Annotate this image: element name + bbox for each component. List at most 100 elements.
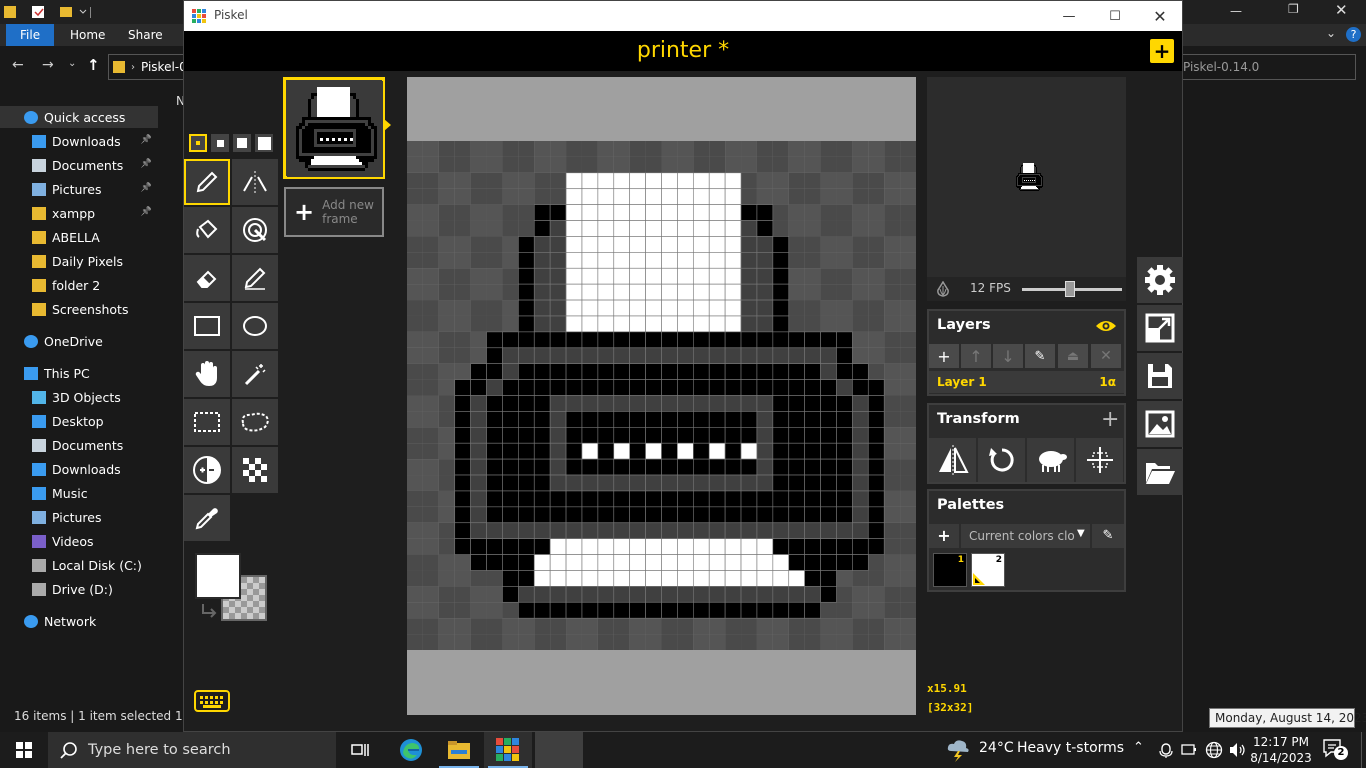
rotate-icon[interactable] [978, 438, 1025, 482]
nav-item-screenshots[interactable]: Screenshots [0, 298, 158, 320]
system-clock[interactable]: 12:17 PM 8/14/2023 [1250, 734, 1312, 766]
magic-wand-icon[interactable] [232, 351, 278, 397]
piskel-close-icon[interactable]: ✕ [1137, 1, 1183, 31]
flip-horizontal-icon[interactable] [929, 438, 976, 482]
address-bar[interactable]: › Piskel-0 [108, 54, 188, 80]
new-sprite-plus-icon[interactable]: + [1150, 39, 1174, 63]
nav-item-documents[interactable]: Documents [0, 434, 158, 456]
nav-item-videos[interactable]: Videos [0, 530, 158, 552]
fps-slider-thumb[interactable] [1065, 281, 1076, 297]
ribbon-tab-share[interactable]: Share [116, 24, 175, 46]
nav-item-xampp[interactable]: xampp 📌 [0, 202, 158, 224]
circle-tool-icon[interactable] [232, 303, 278, 349]
active-window-thumbnail[interactable] [535, 732, 583, 768]
edit-layer-pencil-icon[interactable]: ✎ [1025, 344, 1055, 368]
nav-item-downloads[interactable]: Downloads [0, 458, 158, 480]
file-explorer-taskbar-icon[interactable] [435, 732, 483, 768]
meet-now-icon[interactable] [1158, 742, 1174, 758]
task-view-icon[interactable] [336, 732, 384, 768]
nav-item-local-disk-c[interactable]: Local Disk (C:) [0, 554, 158, 576]
frame-thumbnail-1[interactable]: 1 [283, 77, 385, 179]
nav-item-music[interactable]: Music [0, 482, 158, 504]
taskbar-search-box[interactable]: Type here to search [48, 732, 336, 768]
ribbon-tab-file[interactable]: File [6, 24, 55, 46]
palette-color-1[interactable]: 1 [933, 553, 967, 587]
show-hidden-icons-chevron-icon[interactable]: ⌃ [1133, 740, 1144, 755]
delete-layer-icon[interactable]: ✕ [1091, 344, 1121, 368]
edge-browser-icon[interactable] [387, 732, 435, 768]
layer-row-1[interactable]: Layer 1 1α [929, 371, 1124, 393]
paint-bucket-icon[interactable] [184, 207, 230, 253]
back-arrow-icon[interactable]: ← [12, 57, 24, 73]
dithering-icon[interactable] [232, 447, 278, 493]
network-globe-icon[interactable] [1205, 741, 1223, 759]
explorer-search-field[interactable]: Piskel-0.14.0 [1176, 54, 1356, 80]
pen-tool-icon[interactable] [184, 159, 230, 205]
nav-item-downloads[interactable]: Downloads 📌 [0, 130, 158, 152]
nav-item-quick-access[interactable]: Quick access [0, 106, 158, 128]
primary-color-swatch[interactable] [195, 553, 241, 599]
rectangle-select-icon[interactable] [184, 399, 230, 445]
quick-access-toolbar-icons[interactable] [4, 4, 94, 20]
pen-size-3[interactable] [233, 134, 251, 152]
show-desktop-button[interactable] [1361, 732, 1366, 768]
ribbon-tab-home[interactable]: Home [58, 24, 117, 46]
nav-item-network[interactable]: Network [0, 610, 158, 632]
export-image-icon[interactable] [1137, 401, 1183, 447]
explorer-restore-icon[interactable]: ❐ [1288, 2, 1299, 16]
weather-description[interactable]: Heavy t-storms [1017, 740, 1124, 756]
move-layer-up-icon[interactable]: ↑ [961, 344, 991, 368]
nav-item-pictures[interactable]: Pictures [0, 506, 158, 528]
clone-sheep-icon[interactable] [1027, 438, 1074, 482]
add-new-frame-button[interactable]: + Add new frame [284, 187, 384, 237]
nav-item-3d-objects[interactable]: 3D Objects [0, 386, 158, 408]
piskel-taskbar-icon[interactable] [484, 732, 532, 768]
add-layer-plus-icon[interactable]: + [929, 344, 959, 368]
move-hand-icon[interactable] [184, 351, 230, 397]
nav-item-abella[interactable]: ABELLA [0, 226, 158, 248]
open-folder-icon[interactable] [1137, 449, 1183, 495]
rectangle-tool-icon[interactable] [184, 303, 230, 349]
merge-layer-icon[interactable]: ⏏ [1058, 344, 1088, 368]
pen-size-2[interactable] [211, 134, 229, 152]
onion-skin-icon[interactable] [935, 281, 951, 297]
center-align-icon[interactable] [1076, 438, 1123, 482]
color-picker-icon[interactable] [184, 495, 230, 541]
palette-dropdown-arrow-icon[interactable]: ▼ [1077, 528, 1085, 539]
explorer-close-icon[interactable]: ✕ [1335, 1, 1348, 19]
palette-color-2[interactable]: 2 [971, 553, 1005, 587]
eraser-icon[interactable] [184, 255, 230, 301]
nav-item-this-pc[interactable]: This PC [0, 362, 158, 384]
vertical-mirror-pen-icon[interactable] [232, 159, 278, 205]
resize-canvas-icon[interactable] [1137, 305, 1183, 351]
thunderstorm-weather-icon[interactable] [945, 738, 971, 762]
weather-temperature[interactable]: 24°C [979, 740, 1014, 756]
help-icon[interactable]: ? [1346, 27, 1361, 42]
palette-select[interactable]: Current colors clo [961, 524, 1090, 548]
pen-size-4[interactable] [255, 134, 273, 152]
move-layer-down-icon[interactable]: ↓ [993, 344, 1023, 368]
windows-start-icon[interactable] [16, 742, 32, 758]
battery-icon[interactable] [1181, 743, 1197, 757]
nav-item-documents[interactable]: Documents 📌 [0, 154, 158, 176]
explorer-minimize-icon[interactable]: — [1230, 4, 1242, 18]
pixel-canvas[interactable] [407, 141, 916, 650]
ribbon-collapse-chevron-icon[interactable]: ⌄ [1326, 26, 1336, 40]
swap-colors-icon[interactable] [200, 601, 218, 619]
drawing-canvas-area[interactable] [407, 77, 916, 715]
stroke-line-icon[interactable] [232, 255, 278, 301]
paint-same-color-icon[interactable] [232, 207, 278, 253]
volume-icon[interactable] [1228, 742, 1246, 758]
forward-arrow-icon[interactable]: → [42, 57, 54, 73]
save-floppy-icon[interactable] [1137, 353, 1183, 399]
transform-expand-plus-icon[interactable]: + [1101, 407, 1119, 432]
up-arrow-icon[interactable]: ↑ [87, 56, 100, 74]
lasso-select-icon[interactable] [232, 399, 278, 445]
lighten-darken-icon[interactable] [184, 447, 230, 493]
nav-item-drive-d[interactable]: Drive (D:) [0, 578, 158, 600]
piskel-maximize-icon[interactable]: ☐ [1092, 1, 1138, 31]
keyboard-shortcuts-icon[interactable] [194, 690, 230, 712]
add-palette-plus-icon[interactable]: + [929, 524, 959, 548]
layer-visibility-eye-icon[interactable] [1095, 319, 1117, 333]
nav-item-desktop[interactable]: Desktop [0, 410, 158, 432]
